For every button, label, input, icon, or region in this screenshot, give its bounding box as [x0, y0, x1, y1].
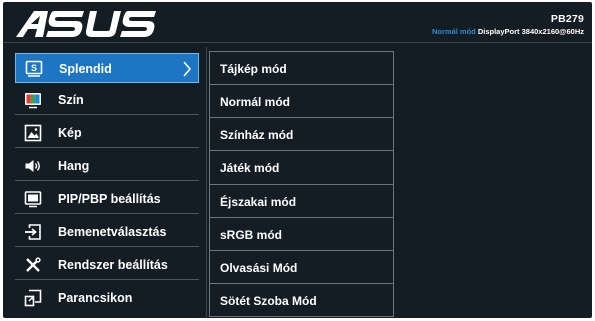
- osd-header: PB279 Normál mód DisplayPort 3840x2160@6…: [3, 2, 592, 44]
- menu-item-image[interactable]: Kép: [15, 118, 199, 148]
- tools-icon: [26, 257, 41, 272]
- svg-text:S: S: [31, 63, 37, 73]
- submenu-item-reading[interactable]: Olvasási Mód: [210, 250, 393, 284]
- submenu-item-label: Sötét Szoba Mód: [220, 294, 317, 308]
- menu-item-label: Bemenetválasztás: [58, 225, 167, 239]
- menu-item-shortcut[interactable]: Parancsikon: [15, 283, 199, 313]
- menu-item-splendid[interactable]: S Splendid: [15, 53, 199, 83]
- shortcut-icon: [24, 289, 42, 307]
- submenu-item-label: sRGB mód: [220, 228, 283, 242]
- submenu-item-scenery[interactable]: Tájkép mód: [210, 51, 393, 85]
- image-icon: [24, 124, 42, 142]
- menu-item-system-setup[interactable]: Rendszer beállítás: [15, 250, 199, 280]
- submenu-item-label: Játék mód: [220, 161, 280, 175]
- osd-menu: PB279 Normál mód DisplayPort 3840x2160@6…: [3, 2, 592, 318]
- status-resolution: 3840x2160@60Hz: [521, 27, 584, 36]
- submenu-item-night-view[interactable]: Éjszakai mód: [210, 184, 393, 218]
- status-mode: Normál mód: [431, 27, 476, 36]
- status-line: Normál mód DisplayPort 3840x2160@60Hz: [432, 27, 584, 36]
- submenu-item-standard[interactable]: Normál mód: [210, 84, 393, 118]
- input-icon: [25, 224, 41, 240]
- submenu-item-game[interactable]: Játék mód: [210, 150, 393, 184]
- menu-item-pip-pbp[interactable]: PIP/PBP beállítás: [15, 184, 199, 214]
- menu-item-label: PIP/PBP beállítás: [58, 192, 161, 206]
- splendid-icon: S: [25, 60, 43, 77]
- submenu-item-label: Olvasási Mód: [220, 261, 298, 275]
- color-icon: [25, 93, 41, 109]
- splendid-submenu: Tájkép mód Normál mód Színház mód Játék …: [209, 51, 394, 317]
- menu-item-color[interactable]: Szín: [15, 85, 199, 115]
- model-name: PB279: [550, 13, 584, 25]
- menu-item-label: Kép: [58, 126, 82, 140]
- submenu-item-srgb[interactable]: sRGB mód: [210, 217, 393, 251]
- asus-logo: [16, 11, 156, 37]
- menu-item-label: Hang: [58, 159, 90, 173]
- menu-item-label: Szín: [58, 93, 84, 107]
- submenu-item-theater[interactable]: Színház mód: [210, 117, 393, 151]
- submenu-item-label: Normál mód: [220, 95, 291, 109]
- chevron-right-icon: [183, 61, 192, 77]
- submenu-item-label: Tájkép mód: [220, 62, 287, 76]
- header-divider: [3, 42, 592, 43]
- submenu-item-label: Éjszakai mód: [220, 195, 297, 209]
- main-menu: S Splendid Szín Kép Hang PIP/PBP beállít…: [15, 51, 199, 317]
- submenu-item-darkroom[interactable]: Sötét Szoba Mód: [210, 283, 393, 317]
- menu-divider: [206, 47, 207, 318]
- status-port: DisplayPort: [477, 27, 520, 36]
- menu-item-label: Rendszer beállítás: [58, 258, 168, 272]
- menu-item-input-select[interactable]: Bemenetválasztás: [15, 217, 199, 247]
- menu-item-sound[interactable]: Hang: [15, 151, 199, 181]
- submenu-item-label: Színház mód: [220, 128, 294, 142]
- menu-item-label: Splendid: [59, 62, 112, 76]
- pip-icon: [24, 191, 42, 208]
- menu-item-label: Parancsikon: [58, 291, 133, 305]
- speaker-icon: [25, 160, 40, 172]
